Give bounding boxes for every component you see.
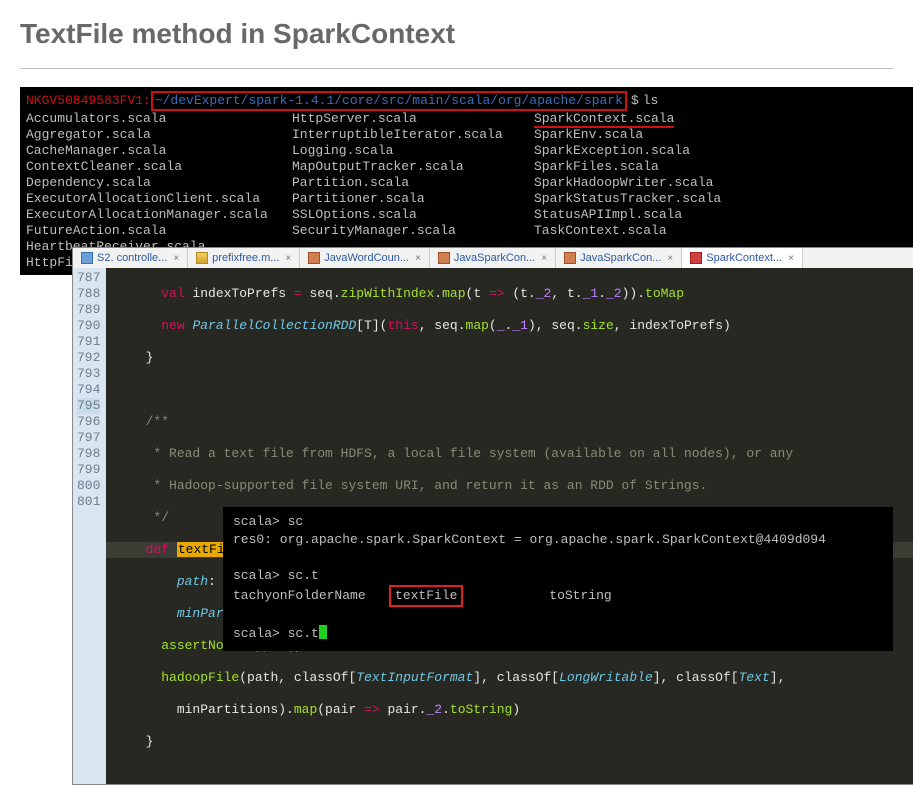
tab-sparkcontext[interactable]: SparkContext... × <box>682 248 803 268</box>
term-host: NKGV50849583FV1: <box>26 93 151 108</box>
editor-tabbar: S2. controlle... × prefixfree.m... × JavaW… <box>73 248 913 268</box>
cursor-icon <box>319 625 327 639</box>
repl-line: scala> sc <box>233 513 883 531</box>
close-icon[interactable]: × <box>788 253 794 264</box>
sparkcontext-underline: SparkContext.scala <box>534 111 674 128</box>
tab-label: JavaWordCoun... <box>324 252 409 264</box>
js-icon <box>196 252 208 264</box>
repl-prompt[interactable]: scala> sc.t <box>233 625 883 643</box>
tab-javasparkcon1[interactable]: JavaSparkCon... × <box>430 248 556 268</box>
close-icon[interactable]: × <box>173 253 179 264</box>
html-icon <box>81 252 93 264</box>
textfile-box: textFile <box>389 585 463 607</box>
tab-javawordcount[interactable]: JavaWordCoun... × <box>300 248 430 268</box>
repl-line: scala> sc.t <box>233 567 883 585</box>
java-icon <box>308 252 320 264</box>
term-cmd: ls <box>643 93 659 108</box>
term-dollar: $ <box>631 93 639 108</box>
tab-prefixfree[interactable]: prefixfree.m... × <box>188 248 300 268</box>
tab-label: JavaSparkCon... <box>454 252 535 264</box>
tab-controller[interactable]: S2. controlle... × <box>73 248 188 268</box>
close-icon[interactable]: × <box>285 253 291 264</box>
close-icon[interactable]: × <box>541 253 547 264</box>
line-gutter: 7877887897907917927937947957967977987998… <box>73 268 106 784</box>
java-icon <box>438 252 450 264</box>
page-title: TextFile method in SparkContext <box>20 18 893 50</box>
tab-label: JavaSparkCon... <box>580 252 661 264</box>
repl-line: res0: org.apache.spark.SparkContext = or… <box>233 531 883 549</box>
close-icon[interactable]: × <box>415 253 421 264</box>
tab-label: S2. controlle... <box>97 252 167 264</box>
scala-repl[interactable]: scala> sc res0: org.apache.spark.SparkCo… <box>223 507 893 651</box>
java-icon <box>564 252 576 264</box>
repl-blank <box>233 607 883 625</box>
term-path: ~/devExpert/spark-1.4.1/core/src/main/sc… <box>155 93 623 108</box>
repl-blank <box>233 549 883 567</box>
tab-label: prefixfree.m... <box>212 252 279 264</box>
close-icon[interactable]: × <box>667 253 673 264</box>
scala-icon <box>690 252 702 264</box>
repl-completions: tachyonFolderName textFile toString <box>233 585 883 607</box>
tab-javasparkcon2[interactable]: JavaSparkCon... × <box>556 248 682 268</box>
tab-label: SparkContext... <box>706 252 782 264</box>
term-path-highlight: ~/devExpert/spark-1.4.1/core/src/main/sc… <box>151 91 627 111</box>
divider <box>20 68 893 69</box>
